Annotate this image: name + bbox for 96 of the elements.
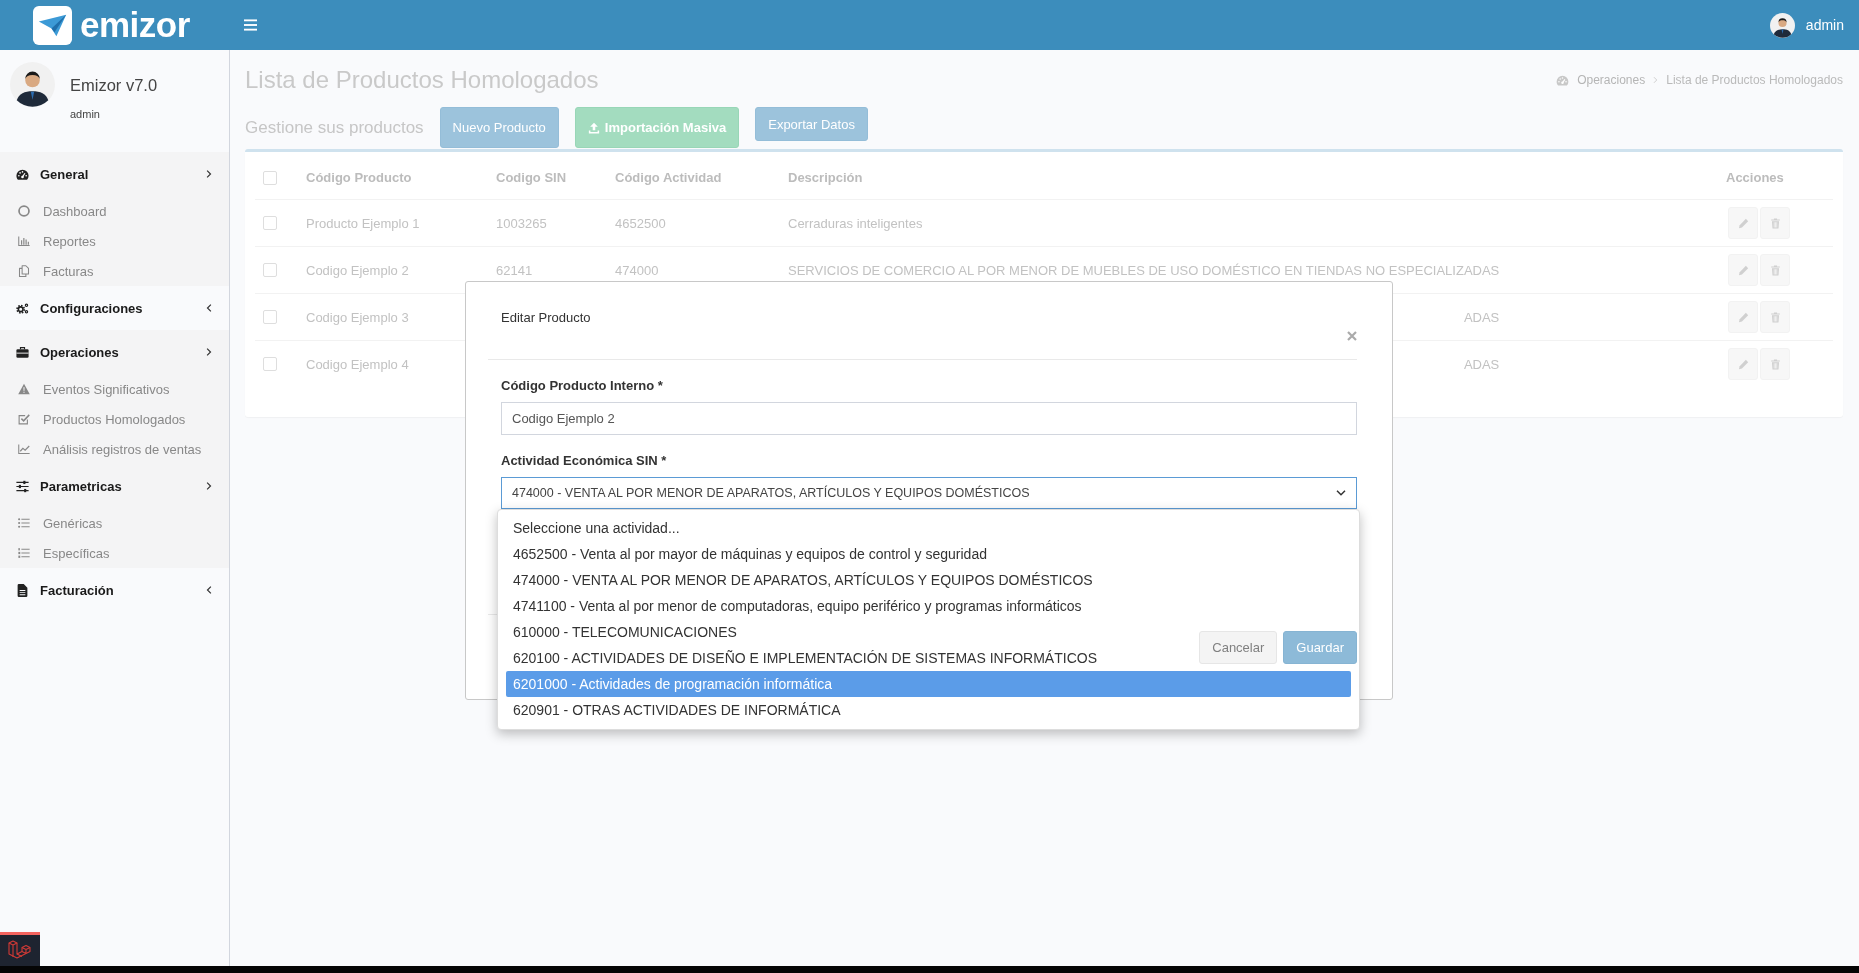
debug-toolbar-icon[interactable] [0, 932, 40, 966]
chevron-left-icon [206, 585, 212, 595]
dropdown-option[interactable]: 610000 - TELECOMUNICACIONES [506, 619, 744, 645]
edit-button[interactable] [1728, 254, 1758, 286]
menu-item[interactable]: Productos Homologados [0, 404, 229, 434]
circle-icon [18, 205, 30, 217]
trash-icon [1769, 311, 1781, 323]
edit-button[interactable] [1728, 301, 1758, 333]
list-icon [18, 517, 30, 529]
user-avatar-icon [10, 62, 55, 107]
numbered-list-icon [18, 547, 30, 559]
checkbox[interactable] [263, 263, 277, 277]
menu-item[interactable]: Dashboard [0, 196, 229, 226]
table-cell: 1003265 [486, 199, 605, 246]
chevron-right-icon [206, 169, 212, 179]
column-header: Código Actividad [614, 169, 723, 187]
document-icon [16, 583, 29, 597]
menu-item[interactable]: Reportes [0, 226, 229, 256]
breadcrumb-current: Lista de Productos Homologados [1666, 73, 1843, 87]
trash-icon [1769, 358, 1781, 370]
breadcrumb-link[interactable]: Operaciones [1577, 73, 1646, 87]
select-field[interactable]: 474000 - VENTA AL POR MENOR DE APARATOS, ARTÍCULOS Y EQUIPOS DOMÉSTICOS [501, 477, 1357, 509]
action-button[interactable]: Exportar Datos [755, 107, 868, 141]
dropdown-option[interactable]: 620901 - OTRAS ACTIVIDADES DE INFORMÁTICA [506, 697, 848, 723]
menu-toggle-button[interactable] [244, 19, 257, 31]
close-button[interactable] [1347, 331, 1357, 341]
edit-button[interactable] [1728, 207, 1758, 239]
gauge-icon [16, 167, 29, 181]
checkbox[interactable] [263, 170, 277, 185]
pencil-icon [1737, 217, 1749, 229]
menu-section[interactable]: Configuraciones [0, 286, 229, 330]
dialog-title: Editar Producto [501, 310, 591, 326]
close-icon [1347, 331, 1357, 341]
menu-item[interactable]: Eventos Significativos [0, 374, 229, 404]
action-button[interactable]: Nuevo Producto [439, 107, 559, 148]
logo-text: emizor [80, 5, 190, 45]
menu-section[interactable]: Facturación [0, 568, 229, 612]
dropdown-option[interactable]: 6201000 - Actividades de programación informática [506, 671, 1351, 697]
column-header: Descripción [787, 169, 864, 187]
table-cell: Cerraduras inteligentes [778, 199, 1500, 246]
briefcase-icon [16, 345, 29, 359]
gears-icon [16, 301, 29, 315]
dialog-button[interactable]: Guardar [1283, 631, 1357, 664]
user-menu[interactable]: admin [1769, 12, 1844, 38]
pencil-icon [1737, 311, 1749, 323]
upload-icon [587, 121, 600, 134]
delete-button[interactable] [1760, 348, 1790, 380]
chevron-right-icon [206, 481, 212, 491]
text-field[interactable]: Codigo Ejemplo 2 [501, 402, 1357, 435]
paper-plane-icon [33, 5, 72, 45]
edit-button[interactable] [1728, 348, 1758, 380]
menu-item[interactable]: Genéricas [0, 508, 229, 538]
trash-icon [1769, 264, 1781, 276]
field-label: Código Producto Interno * [501, 378, 664, 394]
dropdown-option[interactable]: 474000 - VENTA AL POR MENOR DE APARATOS, ARTÍCULOS Y EQUIPOS DOMÉSTICOS [506, 567, 1100, 593]
dropdown-option[interactable]: Seleccione una actividad... [506, 515, 687, 541]
delete-button[interactable] [1760, 254, 1790, 286]
line-chart-icon [18, 443, 30, 455]
pencil-icon [1737, 264, 1749, 276]
breadcrumb-separator-icon [1653, 76, 1659, 84]
column-header: Acciones [1725, 169, 1785, 187]
table-cell: Producto Ejemplo 1 [296, 199, 486, 246]
user-name: Emizor v7.0 [70, 75, 158, 95]
warning-icon [18, 383, 30, 395]
menu-item[interactable]: Facturas [0, 256, 229, 286]
delete-button[interactable] [1760, 207, 1790, 239]
check-square-icon [18, 413, 30, 425]
gauge-icon [1556, 74, 1570, 86]
menu-item[interactable]: Análisis registros de ventas [0, 434, 229, 464]
menu-section[interactable]: Operaciones [0, 330, 229, 374]
pencil-icon [1737, 358, 1749, 370]
delete-button[interactable] [1760, 301, 1790, 333]
sliders-icon [16, 479, 29, 493]
dropdown-option[interactable]: 4652500 - Venta al por mayor de máquinas y equipos de control y seguridad [506, 541, 994, 567]
dropdown-option[interactable]: 620100 - ACTIVIDADES DE DISEÑO E IMPLEMENTACIÓN DE SISTEMAS INFORMÁTICOS [506, 645, 1104, 671]
menu-section[interactable]: General [0, 152, 229, 196]
menu-item[interactable]: Específicas [0, 538, 229, 568]
menu-icon [244, 19, 257, 31]
chevron-left-icon [206, 303, 212, 313]
user-role: admin [70, 107, 100, 121]
checkbox[interactable] [263, 310, 277, 324]
column-header: Codigo SIN [495, 169, 568, 187]
chevron-right-icon [206, 347, 212, 357]
field-label: Actividad Económica SIN * [501, 453, 668, 469]
user-avatar-icon [1769, 12, 1795, 38]
trash-icon [1769, 217, 1781, 229]
dropdown-option[interactable]: 4741100 - Venta al por menor de computadoras, equipo periférico y programas informáticos [506, 593, 1089, 619]
column-header: Código Producto [305, 169, 413, 187]
menu-section[interactable]: Parametricas [0, 464, 229, 508]
chevron-down-icon [1336, 490, 1346, 496]
dialog-button[interactable]: Cancelar [1199, 631, 1278, 664]
documents-icon [18, 265, 30, 277]
checkbox[interactable] [263, 357, 277, 371]
checkbox[interactable] [263, 216, 277, 230]
bar-chart-icon [18, 235, 30, 247]
table-cell: 4652500 [605, 199, 778, 246]
